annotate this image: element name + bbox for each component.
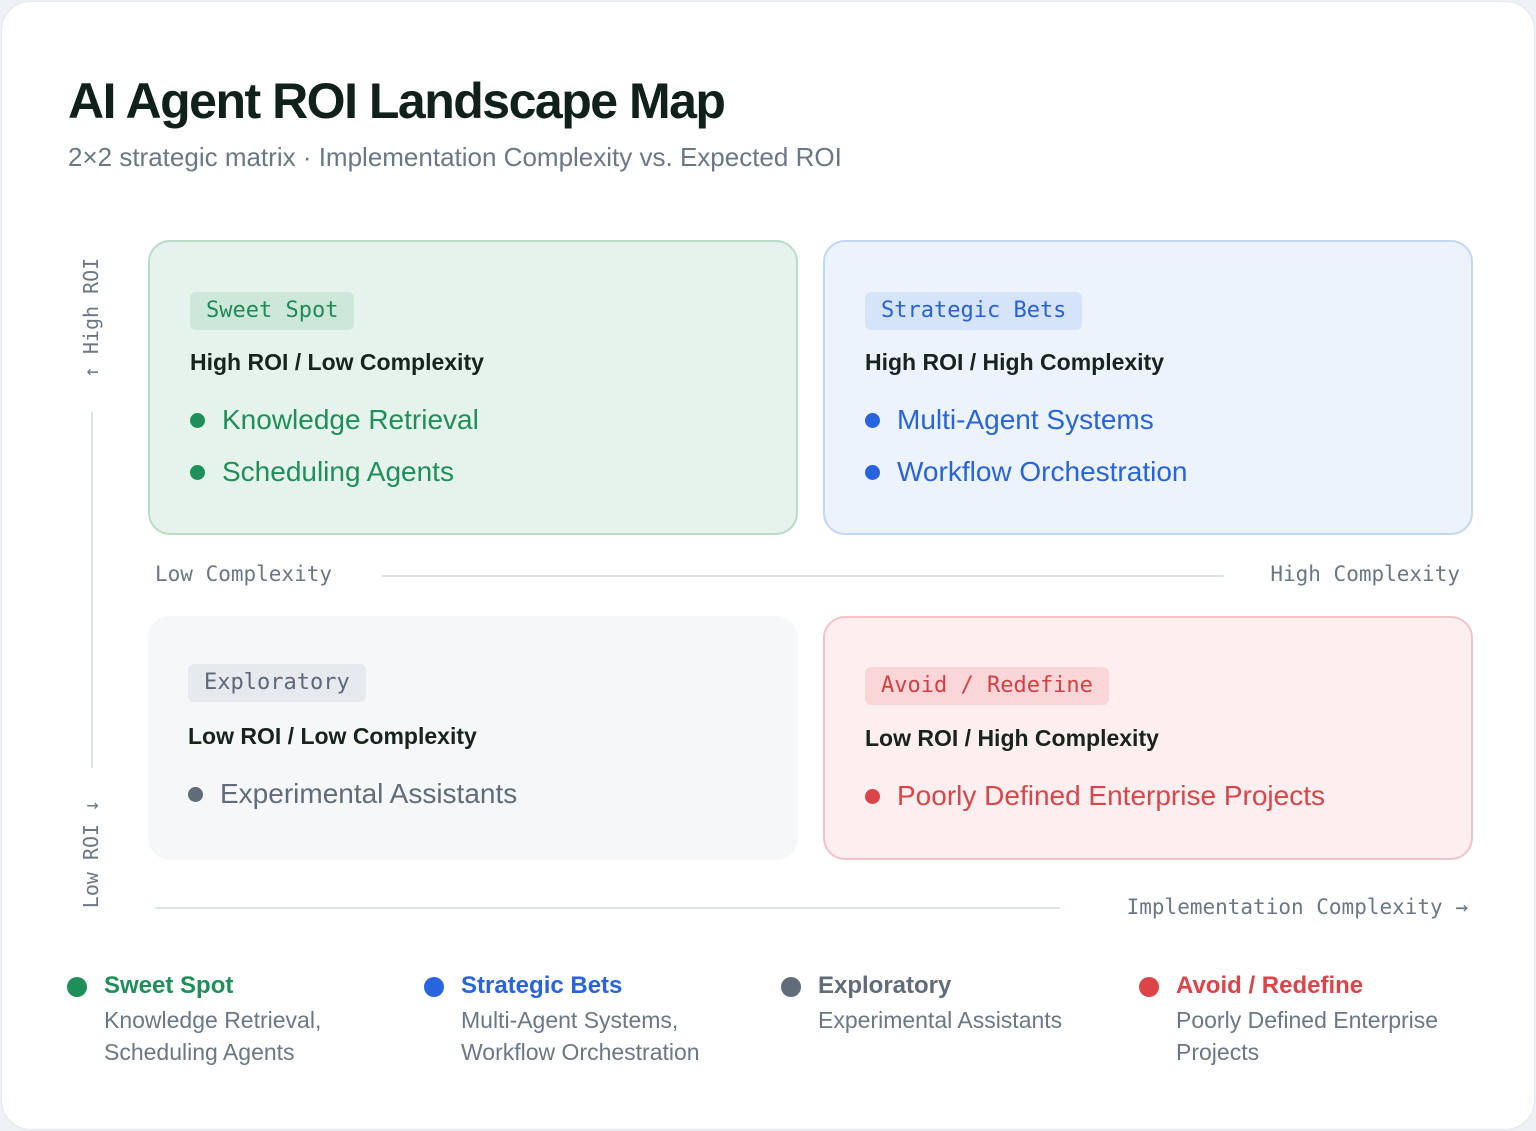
quadrant-badge: Sweet Spot bbox=[190, 292, 355, 330]
quadrant-item-label: Experimental Assistants bbox=[220, 778, 518, 809]
legend-line: Scheduling Agents bbox=[104, 1039, 295, 1065]
quadrant-item-label: Scheduling Agents bbox=[222, 456, 454, 487]
legend-name: Strategic Bets bbox=[461, 972, 623, 999]
page-title: AI Agent ROI Landscape Map bbox=[68, 73, 726, 129]
quadrant-avoid-redefine: Avoid / Redefine Low ROI / High Complexi… bbox=[823, 616, 1473, 860]
legend-line: Workflow Orchestration bbox=[461, 1039, 700, 1065]
legend-dot-icon bbox=[1139, 977, 1159, 997]
legend-line: Multi-Agent Systems, bbox=[461, 1007, 679, 1033]
legend-line: Experimental Assistants bbox=[818, 1007, 1063, 1033]
y-axis-line bbox=[91, 412, 93, 768]
quadrant-subtitle: High ROI / Low Complexity bbox=[190, 349, 484, 375]
quadrant-subtitle: Low ROI / Low Complexity bbox=[188, 723, 477, 749]
legend-name: Sweet Spot bbox=[104, 972, 234, 999]
bullet-dot-icon bbox=[190, 412, 205, 428]
quadrant-item-label: Multi-Agent Systems bbox=[897, 404, 1154, 435]
legend-dot-icon bbox=[424, 977, 444, 997]
bullet-dot-icon bbox=[188, 786, 203, 802]
quadrant-badge: Avoid / Redefine bbox=[865, 667, 1109, 705]
quadrant-subtitle: Low ROI / High Complexity bbox=[865, 725, 1159, 751]
quadrant-item: Workflow Orchestration bbox=[865, 456, 1187, 488]
bullet-dot-icon bbox=[865, 412, 880, 428]
quadrant-badge: Exploratory bbox=[188, 664, 366, 702]
page-subtitle: 2×2 strategic matrix · Implementation Co… bbox=[68, 142, 842, 172]
quadrant-strategic-bets: Strategic Bets High ROI / High Complexit… bbox=[823, 240, 1473, 535]
quadrant-subtitle: High ROI / High Complexity bbox=[865, 349, 1165, 375]
roi-map-card: AI Agent ROI Landscape Map 2×2 strategic… bbox=[1, 1, 1535, 1130]
quadrant-item-label: Poorly Defined Enterprise Projects bbox=[897, 780, 1325, 811]
quadrant-sweet-spot: Sweet Spot High ROI / Low Complexity Kno… bbox=[148, 240, 798, 535]
x-axis-title: Implementation Complexity → bbox=[1126, 895, 1468, 919]
quadrant-item: Knowledge Retrieval bbox=[190, 404, 479, 436]
quadrant-item: Experimental Assistants bbox=[188, 778, 517, 810]
legend-line: Projects bbox=[1176, 1039, 1260, 1065]
legend-dot-icon bbox=[67, 977, 87, 997]
legend-description: Knowledge Retrieval, Scheduling Agents bbox=[104, 1004, 321, 1068]
quadrant-exploratory: Exploratory Low ROI / Low Complexity Exp… bbox=[148, 616, 798, 860]
legend-name: Exploratory bbox=[818, 972, 952, 999]
x-axis-low-label: Low Complexity bbox=[155, 562, 333, 586]
legend-description: Multi-Agent Systems, Workflow Orchestrat… bbox=[461, 1004, 700, 1068]
y-axis-low-label: Low ROI ↓ bbox=[79, 799, 103, 909]
bullet-dot-icon bbox=[865, 464, 880, 480]
quadrant-badge: Strategic Bets bbox=[865, 292, 1083, 330]
legend-line: Knowledge Retrieval, bbox=[104, 1007, 322, 1033]
legend-dot-icon bbox=[781, 977, 801, 997]
legend-description: Poorly Defined Enterprise Projects bbox=[1176, 1004, 1438, 1068]
x-axis-line bbox=[155, 907, 1060, 909]
quadrant-item-label: Knowledge Retrieval bbox=[222, 404, 479, 435]
bullet-dot-icon bbox=[190, 464, 205, 480]
quadrant-item-label: Workflow Orchestration bbox=[897, 456, 1188, 487]
y-axis-high-label: ↑ High ROI bbox=[79, 257, 103, 379]
legend-description: Experimental Assistants bbox=[818, 1004, 1062, 1036]
quadrant-item: Multi-Agent Systems bbox=[865, 404, 1154, 436]
legend-line: Poorly Defined Enterprise bbox=[1176, 1007, 1439, 1033]
x-axis-high-label: High Complexity bbox=[1270, 562, 1460, 586]
x-axis-mid-line bbox=[382, 575, 1224, 577]
quadrant-item: Poorly Defined Enterprise Projects bbox=[865, 780, 1325, 812]
legend-name: Avoid / Redefine bbox=[1176, 972, 1364, 999]
bullet-dot-icon bbox=[865, 788, 880, 804]
quadrant-item: Scheduling Agents bbox=[190, 456, 454, 488]
